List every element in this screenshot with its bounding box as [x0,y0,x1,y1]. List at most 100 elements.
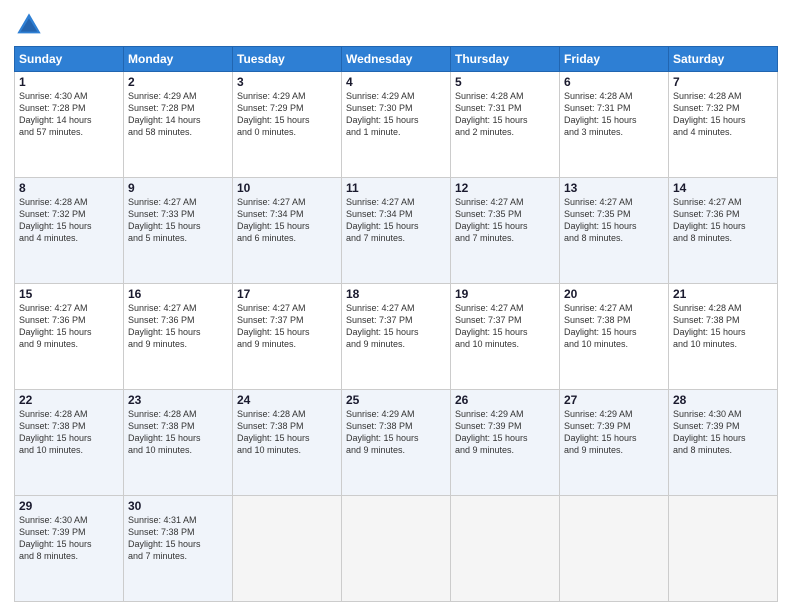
calendar-table: Sunday Monday Tuesday Wednesday Thursday… [14,46,778,602]
day-info: Sunrise: 4:27 AM Sunset: 7:34 PM Dayligh… [237,196,337,245]
calendar-cell: 10Sunrise: 4:27 AM Sunset: 7:34 PM Dayli… [233,178,342,284]
calendar-cell: 27Sunrise: 4:29 AM Sunset: 7:39 PM Dayli… [560,390,669,496]
day-info: Sunrise: 4:27 AM Sunset: 7:35 PM Dayligh… [455,196,555,245]
day-number: 22 [19,393,119,407]
day-number: 19 [455,287,555,301]
logo-icon [14,10,44,40]
day-info: Sunrise: 4:30 AM Sunset: 7:28 PM Dayligh… [19,90,119,139]
calendar-cell: 12Sunrise: 4:27 AM Sunset: 7:35 PM Dayli… [451,178,560,284]
calendar-cell: 24Sunrise: 4:28 AM Sunset: 7:38 PM Dayli… [233,390,342,496]
day-info: Sunrise: 4:30 AM Sunset: 7:39 PM Dayligh… [673,408,773,457]
day-number: 1 [19,75,119,89]
day-number: 20 [564,287,664,301]
day-number: 17 [237,287,337,301]
header-friday: Friday [560,47,669,72]
logo [14,10,48,40]
day-info: Sunrise: 4:27 AM Sunset: 7:38 PM Dayligh… [564,302,664,351]
calendar-cell [560,496,669,602]
day-number: 18 [346,287,446,301]
calendar-cell: 22Sunrise: 4:28 AM Sunset: 7:38 PM Dayli… [15,390,124,496]
day-number: 4 [346,75,446,89]
day-info: Sunrise: 4:29 AM Sunset: 7:29 PM Dayligh… [237,90,337,139]
calendar-cell: 18Sunrise: 4:27 AM Sunset: 7:37 PM Dayli… [342,284,451,390]
day-number: 16 [128,287,228,301]
day-info: Sunrise: 4:28 AM Sunset: 7:32 PM Dayligh… [19,196,119,245]
calendar-cell: 2Sunrise: 4:29 AM Sunset: 7:28 PM Daylig… [124,72,233,178]
calendar-week-5: 29Sunrise: 4:30 AM Sunset: 7:39 PM Dayli… [15,496,778,602]
day-number: 23 [128,393,228,407]
day-number: 5 [455,75,555,89]
weekday-header-row: Sunday Monday Tuesday Wednesday Thursday… [15,47,778,72]
calendar-cell: 7Sunrise: 4:28 AM Sunset: 7:32 PM Daylig… [669,72,778,178]
day-info: Sunrise: 4:28 AM Sunset: 7:38 PM Dayligh… [128,408,228,457]
day-info: Sunrise: 4:31 AM Sunset: 7:38 PM Dayligh… [128,514,228,563]
day-number: 10 [237,181,337,195]
calendar-cell: 25Sunrise: 4:29 AM Sunset: 7:38 PM Dayli… [342,390,451,496]
page: Sunday Monday Tuesday Wednesday Thursday… [0,0,792,612]
day-number: 29 [19,499,119,513]
day-info: Sunrise: 4:28 AM Sunset: 7:38 PM Dayligh… [673,302,773,351]
calendar-cell: 17Sunrise: 4:27 AM Sunset: 7:37 PM Dayli… [233,284,342,390]
calendar-cell: 16Sunrise: 4:27 AM Sunset: 7:36 PM Dayli… [124,284,233,390]
calendar-cell: 23Sunrise: 4:28 AM Sunset: 7:38 PM Dayli… [124,390,233,496]
day-number: 7 [673,75,773,89]
calendar-cell: 14Sunrise: 4:27 AM Sunset: 7:36 PM Dayli… [669,178,778,284]
day-info: Sunrise: 4:28 AM Sunset: 7:31 PM Dayligh… [455,90,555,139]
calendar-cell: 19Sunrise: 4:27 AM Sunset: 7:37 PM Dayli… [451,284,560,390]
day-number: 27 [564,393,664,407]
day-info: Sunrise: 4:27 AM Sunset: 7:33 PM Dayligh… [128,196,228,245]
calendar-header: Sunday Monday Tuesday Wednesday Thursday… [15,47,778,72]
day-info: Sunrise: 4:29 AM Sunset: 7:30 PM Dayligh… [346,90,446,139]
day-info: Sunrise: 4:27 AM Sunset: 7:35 PM Dayligh… [564,196,664,245]
day-number: 25 [346,393,446,407]
day-number: 15 [19,287,119,301]
header-monday: Monday [124,47,233,72]
day-number: 30 [128,499,228,513]
header [14,10,778,40]
calendar-cell: 30Sunrise: 4:31 AM Sunset: 7:38 PM Dayli… [124,496,233,602]
day-number: 8 [19,181,119,195]
day-info: Sunrise: 4:29 AM Sunset: 7:38 PM Dayligh… [346,408,446,457]
day-info: Sunrise: 4:29 AM Sunset: 7:28 PM Dayligh… [128,90,228,139]
calendar-cell: 21Sunrise: 4:28 AM Sunset: 7:38 PM Dayli… [669,284,778,390]
day-number: 14 [673,181,773,195]
day-info: Sunrise: 4:27 AM Sunset: 7:36 PM Dayligh… [19,302,119,351]
calendar-cell [669,496,778,602]
day-info: Sunrise: 4:28 AM Sunset: 7:32 PM Dayligh… [673,90,773,139]
day-info: Sunrise: 4:28 AM Sunset: 7:31 PM Dayligh… [564,90,664,139]
calendar-body: 1Sunrise: 4:30 AM Sunset: 7:28 PM Daylig… [15,72,778,602]
calendar-cell [451,496,560,602]
calendar-cell: 8Sunrise: 4:28 AM Sunset: 7:32 PM Daylig… [15,178,124,284]
calendar-cell [233,496,342,602]
day-number: 26 [455,393,555,407]
day-info: Sunrise: 4:27 AM Sunset: 7:37 PM Dayligh… [455,302,555,351]
day-info: Sunrise: 4:29 AM Sunset: 7:39 PM Dayligh… [564,408,664,457]
day-info: Sunrise: 4:27 AM Sunset: 7:37 PM Dayligh… [346,302,446,351]
day-info: Sunrise: 4:28 AM Sunset: 7:38 PM Dayligh… [237,408,337,457]
calendar-cell [342,496,451,602]
day-number: 11 [346,181,446,195]
header-sunday: Sunday [15,47,124,72]
header-wednesday: Wednesday [342,47,451,72]
day-number: 21 [673,287,773,301]
day-info: Sunrise: 4:29 AM Sunset: 7:39 PM Dayligh… [455,408,555,457]
calendar-cell: 4Sunrise: 4:29 AM Sunset: 7:30 PM Daylig… [342,72,451,178]
calendar-cell: 3Sunrise: 4:29 AM Sunset: 7:29 PM Daylig… [233,72,342,178]
day-number: 9 [128,181,228,195]
calendar-week-4: 22Sunrise: 4:28 AM Sunset: 7:38 PM Dayli… [15,390,778,496]
day-info: Sunrise: 4:27 AM Sunset: 7:34 PM Dayligh… [346,196,446,245]
day-number: 12 [455,181,555,195]
day-info: Sunrise: 4:30 AM Sunset: 7:39 PM Dayligh… [19,514,119,563]
calendar-cell: 13Sunrise: 4:27 AM Sunset: 7:35 PM Dayli… [560,178,669,284]
calendar-week-3: 15Sunrise: 4:27 AM Sunset: 7:36 PM Dayli… [15,284,778,390]
day-number: 13 [564,181,664,195]
calendar-cell: 15Sunrise: 4:27 AM Sunset: 7:36 PM Dayli… [15,284,124,390]
day-number: 6 [564,75,664,89]
calendar-cell: 20Sunrise: 4:27 AM Sunset: 7:38 PM Dayli… [560,284,669,390]
day-info: Sunrise: 4:28 AM Sunset: 7:38 PM Dayligh… [19,408,119,457]
calendar-cell: 5Sunrise: 4:28 AM Sunset: 7:31 PM Daylig… [451,72,560,178]
header-thursday: Thursday [451,47,560,72]
calendar-cell: 26Sunrise: 4:29 AM Sunset: 7:39 PM Dayli… [451,390,560,496]
calendar-week-2: 8Sunrise: 4:28 AM Sunset: 7:32 PM Daylig… [15,178,778,284]
header-saturday: Saturday [669,47,778,72]
